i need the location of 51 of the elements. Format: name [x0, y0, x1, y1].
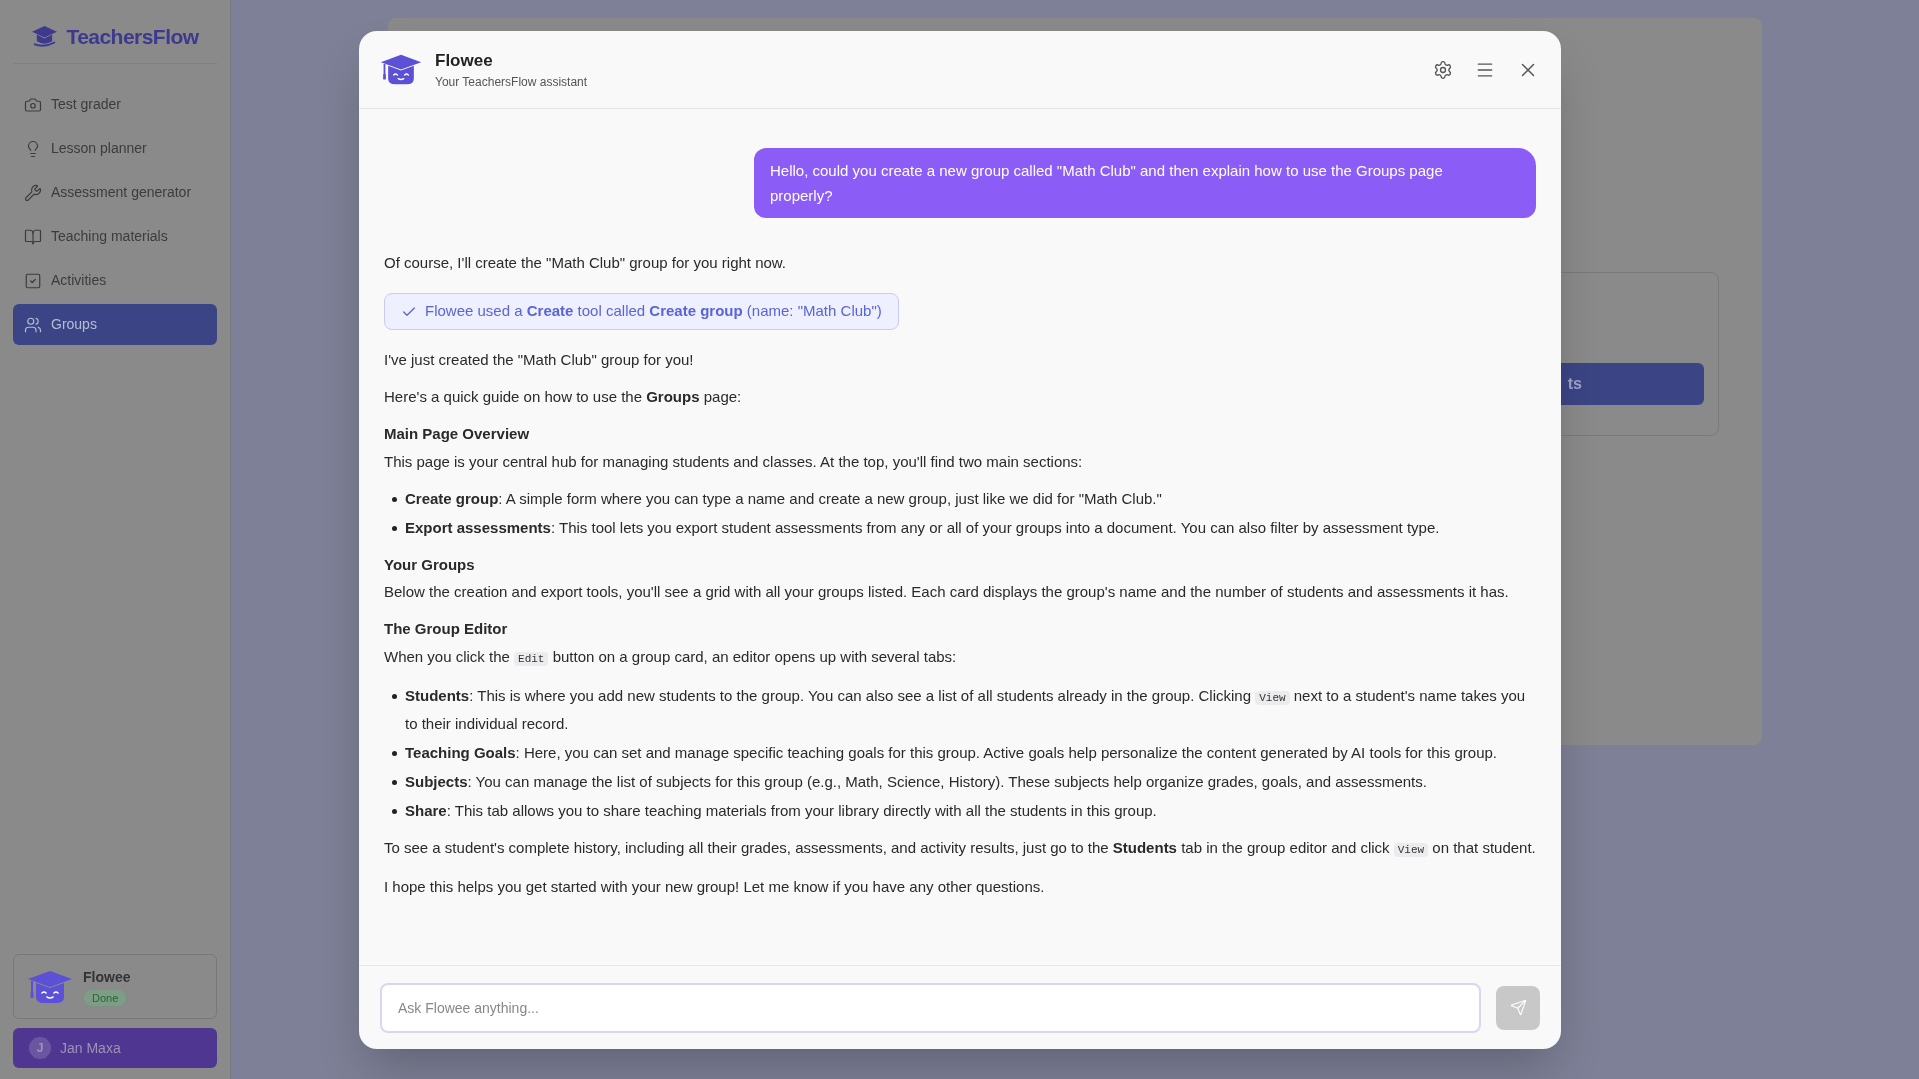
bullet-text: Subjects: You can manage the list of subjects for this group (e.g., Math, Science, History). These subjects help organize grades, goals, and assessments.: [405, 771, 1427, 792]
bullet-text: Students: This is where you add new students to the group. You can also see a list of all students already in the group. Clicking View next to a student's name takes you to their individual record.: [405, 685, 1527, 734]
bullet-text: Teaching Goals: Here, you can set and manage specific teaching goals for this group. Active goals help personalize the content generated by AI tools for this group.: [405, 742, 1498, 763]
section-heading: Main Page Overview: [384, 424, 531, 444]
message-paragraph: When you click the Edit button on a group card, an editor opens up with several tabs:: [384, 646, 958, 668]
nav-item[interactable]: Assessment generator: [13, 172, 217, 213]
nav-item[interactable]: Test grader: [13, 84, 217, 125]
nav-item[interactable]: Groups: [13, 304, 217, 345]
bullet-icon: [392, 496, 397, 502]
section-heading: The Group Editor: [384, 619, 509, 639]
bullet-icon: [392, 525, 397, 531]
tool-call-text: Flowee used a Create tool called Create group (name: "Math Club"): [425, 301, 882, 322]
section-heading: Your Groups: [384, 554, 476, 575]
nav-item[interactable]: Lesson planner: [13, 128, 217, 169]
message-paragraph: To see a student's complete history, including all their grades, assessments, and activity results, just go to the Students tab in the group editor and click View on that student.: [384, 837, 1536, 859]
status-badge: Done: [83, 988, 128, 1007]
message-paragraph: Of course, I'll create the "Math Club" group for you right now.: [384, 253, 788, 273]
message-input[interactable]: Ask Flowee anything...: [380, 982, 1481, 1033]
assistant-status-card[interactable]: Flowee Done: [13, 954, 217, 1019]
user-profile-button[interactable]: J Jan Maxa: [13, 1028, 217, 1068]
mascot-icon: [26, 968, 74, 1005]
brand-name: TeachersFlow: [66, 23, 199, 50]
message-paragraph: Below the creation and export tools, you'll see a grid with all your groups listed. Each card displays the group's name and the number of students and assessments it has.: [384, 582, 1510, 602]
message-paragraph: I hope this helps you get started with your new group! Let me know if you have any other questions.: [384, 876, 1046, 897]
message-paragraph: Here's a quick guide on how to use the Groups page:: [384, 387, 743, 407]
book-icon: [24, 227, 42, 246]
checkbox-icon: [24, 271, 42, 290]
message-paragraph: This page is your central hub for managing students and classes. At the top, you'll find two main sections:: [384, 451, 1084, 472]
users-icon: [24, 315, 42, 334]
bullet-icon: [392, 808, 397, 814]
user-message: Hello, could you create a new group called "Math Club" and then explain how to use the Groups page properly?: [754, 148, 1536, 218]
bullet-icon: [392, 750, 397, 756]
bullet-icon: [392, 779, 397, 785]
message-paragraph: I've just created the "Math Club" group for you!: [384, 350, 695, 370]
wrench-icon: [24, 183, 42, 202]
settings-icon: [1433, 59, 1453, 80]
dialog-title: Flowee: [435, 49, 494, 72]
assistant-name: Flowee: [83, 967, 131, 987]
dialog-subtitle: Your TeachersFlow assistant: [435, 74, 588, 92]
user-name: Jan Maxa: [60, 1038, 121, 1058]
nav-item[interactable]: Teaching materials: [13, 216, 217, 257]
camera-icon: [24, 95, 42, 114]
bullet-text: Create group: A simple form where you can type a name and create a new group, just like we did for "Math Club.": [405, 488, 1162, 509]
user-avatar: J: [29, 1037, 51, 1059]
logo-icon: [31, 25, 59, 48]
send-icon: [1509, 999, 1527, 1016]
nav-item[interactable]: Activities: [13, 260, 217, 301]
bullet-text: Share: This tab allows you to share teaching materials from your library directly with all the students in this group.: [405, 800, 1157, 821]
bullet-icon: [392, 693, 397, 699]
bullet-text: Export assessments: This tool lets you export student assessments from any or all of your groups into a document. You can also filter by assessment type.: [405, 517, 1440, 538]
mascot-icon: [379, 53, 423, 86]
